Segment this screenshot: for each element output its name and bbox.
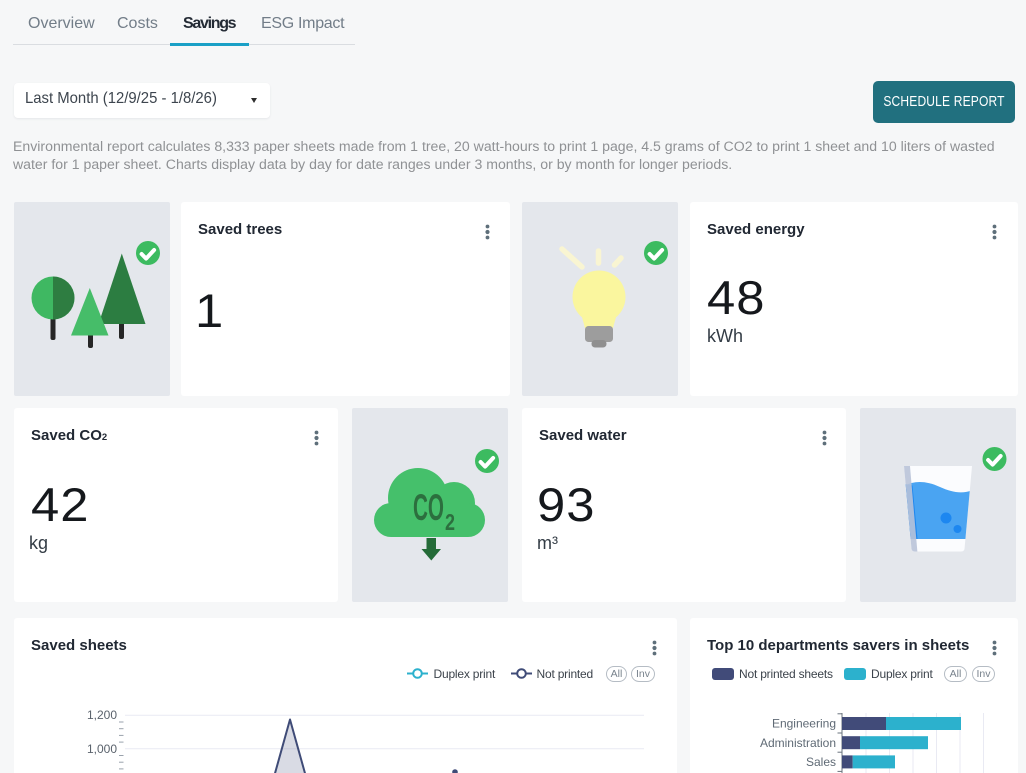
svg-text:Sales: Sales (806, 755, 836, 769)
svg-text:Engineering: Engineering (772, 717, 836, 731)
svg-text:CO: CO (413, 487, 444, 528)
svg-text:Administration: Administration (760, 736, 836, 750)
svg-text:2: 2 (445, 509, 455, 535)
